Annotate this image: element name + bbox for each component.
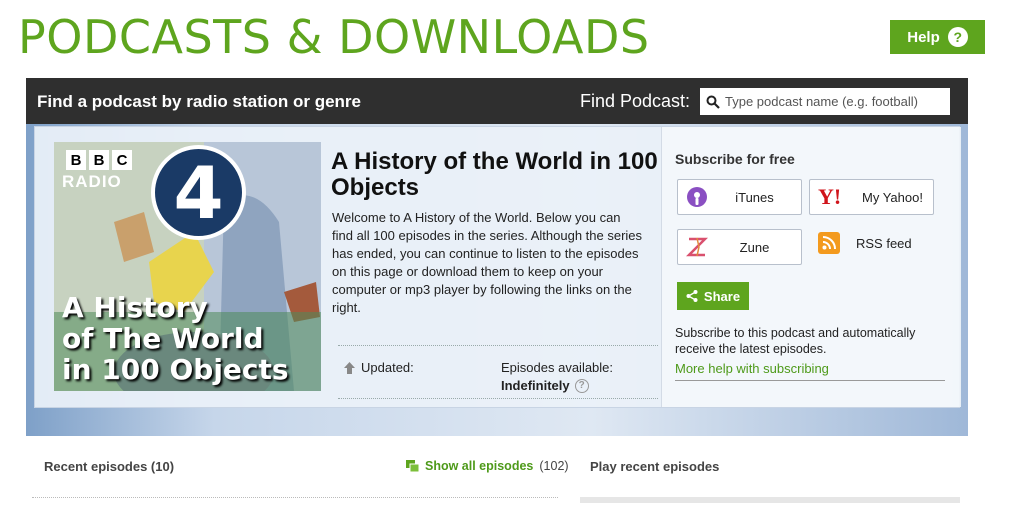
radio-4-logo: 4 bbox=[151, 145, 246, 240]
search-box[interactable] bbox=[700, 88, 950, 115]
finder-title[interactable]: Find a podcast by radio station or genre bbox=[37, 92, 361, 112]
series-description: Welcome to A History of the World. Below… bbox=[332, 210, 643, 315]
share-button[interactable]: Share bbox=[677, 282, 749, 310]
availability-value: Indefinitely ? bbox=[501, 378, 589, 393]
episodes-divider bbox=[32, 497, 558, 499]
yahoo-icon: Y! bbox=[818, 186, 841, 208]
radio-label: RADIO bbox=[62, 172, 122, 191]
search-input[interactable] bbox=[725, 94, 945, 109]
updated-label: Updated: bbox=[361, 360, 414, 375]
rss-label: RSS feed bbox=[856, 235, 912, 251]
subscribe-title: Subscribe for free bbox=[675, 151, 795, 167]
svg-text:Y!: Y! bbox=[818, 186, 841, 208]
find-podcast-label: Find Podcast: bbox=[580, 91, 691, 111]
availability-label: Episodes available: bbox=[501, 360, 614, 375]
subscribe-panel: Subscribe for free iTunes Y! My Yahoo! Z… bbox=[661, 127, 961, 407]
itunes-button[interactable]: iTunes bbox=[677, 179, 802, 215]
bbc-logo: B B C bbox=[66, 150, 132, 170]
up-arrow-icon bbox=[344, 361, 355, 374]
series-artwork[interactable]: B B C RADIO 4 A History of The World in … bbox=[54, 142, 321, 391]
recent-episodes-label: Recent episodes (10) bbox=[44, 459, 175, 474]
artwork-title: A History of The World in 100 Objects bbox=[62, 291, 289, 386]
help-label: Help bbox=[907, 28, 940, 46]
search-icon bbox=[706, 95, 720, 109]
rss-feed-link[interactable]: RSS feed bbox=[818, 232, 912, 254]
share-icon bbox=[686, 290, 698, 302]
series-hero: B B C RADIO 4 A History of The World in … bbox=[26, 124, 968, 436]
subscribe-note: Subscribe to this podcast and automatica… bbox=[675, 326, 916, 356]
page-title: PODCASTS & DOWNLOADS bbox=[18, 10, 650, 64]
help-button[interactable]: Help ? bbox=[890, 20, 985, 54]
list-icon bbox=[406, 460, 419, 472]
rss-icon bbox=[818, 232, 840, 254]
subscribe-help-link[interactable]: More help with subscribing bbox=[675, 361, 945, 381]
show-all-episodes-link[interactable]: Show all episodes (102) bbox=[406, 459, 569, 473]
series-panel: B B C RADIO 4 A History of The World in … bbox=[34, 126, 961, 408]
player-bar bbox=[580, 497, 960, 503]
series-title: A History of the World in 100 Objects bbox=[331, 148, 658, 201]
help-question-icon[interactable]: ? bbox=[574, 378, 589, 393]
zune-button[interactable]: Zune bbox=[677, 229, 802, 265]
page-root: PODCASTS & DOWNLOADS Help ? Find a podca… bbox=[0, 0, 1026, 505]
podcast-icon bbox=[687, 187, 707, 207]
series-meta: Updated: Episodes available: Indefinitel… bbox=[338, 345, 658, 399]
question-icon: ? bbox=[947, 27, 968, 47]
updated-info: Updated: bbox=[344, 360, 414, 375]
podcast-finder-bar: Find a podcast by radio station or genre… bbox=[26, 78, 968, 124]
play-recent-label: Play recent episodes bbox=[590, 459, 720, 474]
zune-icon bbox=[686, 237, 708, 257]
yahoo-button[interactable]: Y! My Yahoo! bbox=[809, 179, 934, 215]
